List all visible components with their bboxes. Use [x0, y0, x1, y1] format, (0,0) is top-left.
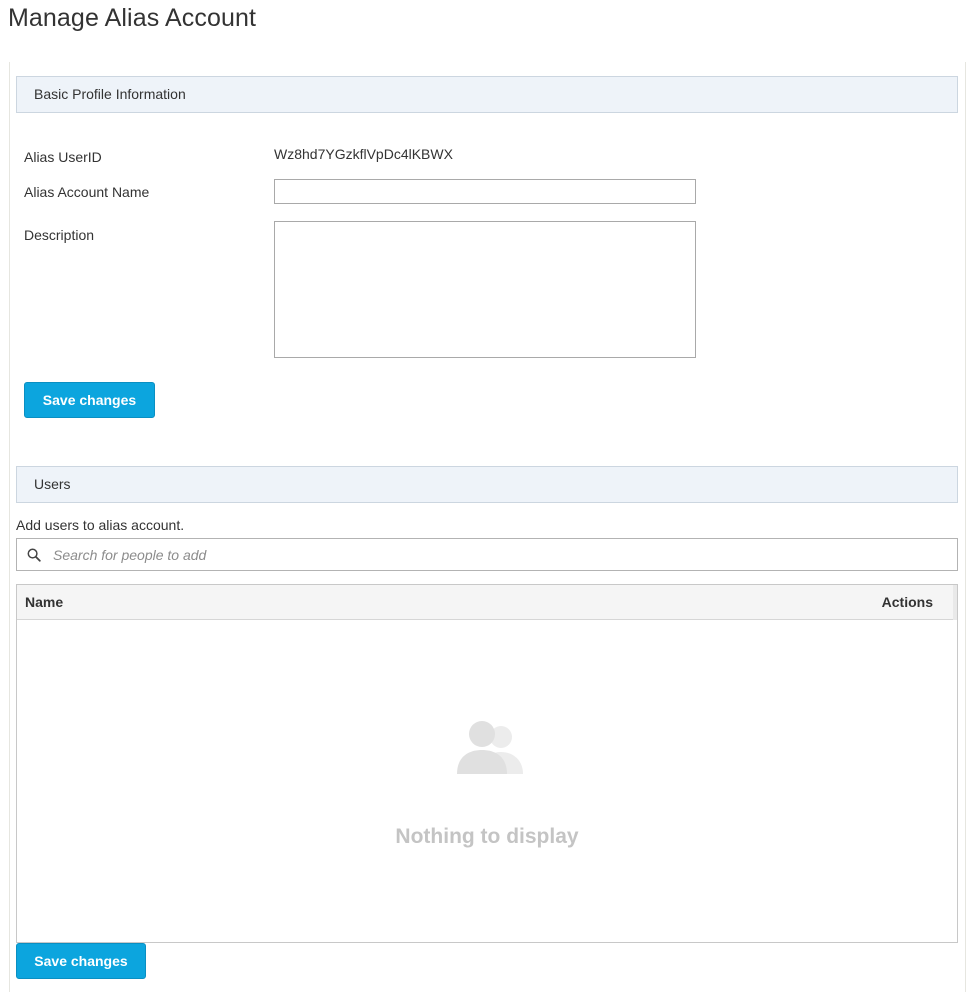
- column-header-name[interactable]: Name: [25, 594, 63, 610]
- users-icon: [449, 718, 529, 780]
- profile-section-header: Basic Profile Information: [16, 76, 958, 113]
- save-users-button[interactable]: Save changes: [16, 943, 146, 979]
- alias-account-name-label: Alias Account Name: [24, 184, 150, 200]
- alias-account-name-input[interactable]: [274, 179, 696, 204]
- alias-userid-label: Alias UserID: [24, 149, 102, 165]
- description-label: Description: [24, 227, 95, 243]
- description-textarea[interactable]: [274, 221, 696, 358]
- content-right-border: [965, 62, 966, 992]
- empty-state-message: Nothing to display: [395, 825, 579, 848]
- people-search-input[interactable]: [51, 540, 957, 569]
- add-users-hint: Add users to alias account.: [16, 517, 185, 533]
- page-title: Manage Alias Account: [8, 4, 256, 32]
- save-profile-button[interactable]: Save changes: [24, 382, 155, 418]
- search-icon: [17, 539, 51, 570]
- content-left-border: [9, 62, 10, 992]
- column-header-actions: Actions: [881, 594, 933, 610]
- users-section-header: Users: [16, 466, 958, 503]
- alias-userid-value: Wz8hd7YGzkflVpDc4lKBWX: [274, 146, 453, 162]
- people-search-box[interactable]: [16, 538, 958, 571]
- users-table-header: Name Actions: [17, 585, 957, 620]
- table-header-scroll-edge: [953, 585, 957, 620]
- users-table: Name Actions Nothing to display: [16, 584, 958, 943]
